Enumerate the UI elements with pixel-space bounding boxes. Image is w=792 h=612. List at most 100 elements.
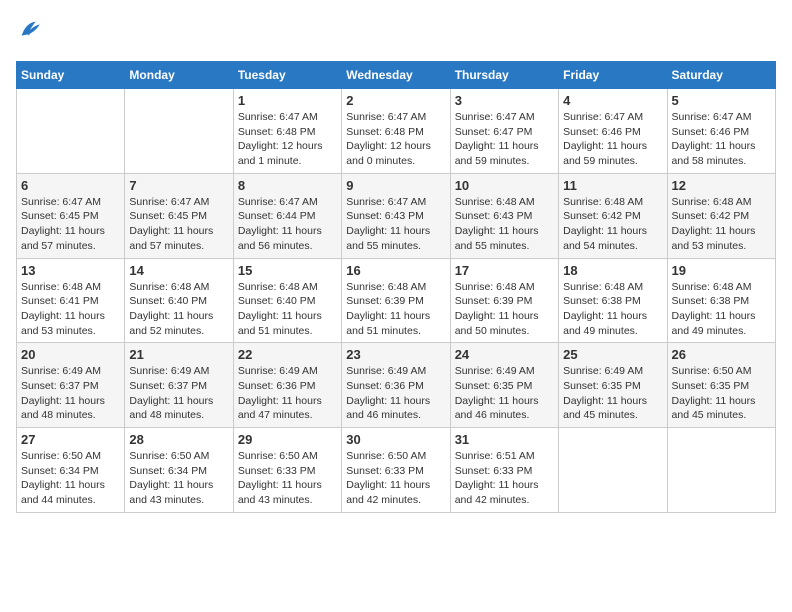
- sunset-label: Sunset: 6:38 PM: [672, 295, 750, 307]
- daylight-label: Daylight: 11 hours and 45 minutes.: [672, 395, 756, 422]
- calendar-cell: 9 Sunrise: 6:47 AM Sunset: 6:43 PM Dayli…: [342, 173, 450, 258]
- sunrise-label: Sunrise: 6:50 AM: [129, 450, 209, 462]
- sunset-label: Sunset: 6:42 PM: [563, 210, 641, 222]
- calendar-cell: [559, 428, 667, 513]
- calendar-cell: 6 Sunrise: 6:47 AM Sunset: 6:45 PM Dayli…: [17, 173, 125, 258]
- daylight-label: Daylight: 11 hours and 42 minutes.: [455, 479, 539, 506]
- calendar-header: SundayMondayTuesdayWednesdayThursdayFrid…: [17, 62, 776, 89]
- day-info: Sunrise: 6:49 AM Sunset: 6:35 PM Dayligh…: [563, 364, 662, 423]
- weekday-header: Wednesday: [342, 62, 450, 89]
- calendar-cell: 5 Sunrise: 6:47 AM Sunset: 6:46 PM Dayli…: [667, 89, 775, 174]
- sunrise-label: Sunrise: 6:47 AM: [672, 111, 752, 123]
- day-info: Sunrise: 6:47 AM Sunset: 6:48 PM Dayligh…: [238, 110, 337, 169]
- calendar-cell: 3 Sunrise: 6:47 AM Sunset: 6:47 PM Dayli…: [450, 89, 558, 174]
- day-info: Sunrise: 6:48 AM Sunset: 6:40 PM Dayligh…: [129, 280, 228, 339]
- day-number: 28: [129, 432, 228, 447]
- day-number: 21: [129, 347, 228, 362]
- daylight-label: Daylight: 12 hours and 1 minute.: [238, 140, 323, 167]
- sunset-label: Sunset: 6:45 PM: [129, 210, 207, 222]
- sunrise-label: Sunrise: 6:49 AM: [346, 365, 426, 377]
- sunset-label: Sunset: 6:35 PM: [455, 380, 533, 392]
- daylight-label: Daylight: 11 hours and 53 minutes.: [21, 310, 105, 337]
- sunset-label: Sunset: 6:36 PM: [346, 380, 424, 392]
- daylight-label: Daylight: 11 hours and 51 minutes.: [346, 310, 430, 337]
- sunrise-label: Sunrise: 6:47 AM: [346, 111, 426, 123]
- sunrise-label: Sunrise: 6:50 AM: [21, 450, 101, 462]
- daylight-label: Daylight: 11 hours and 43 minutes.: [238, 479, 322, 506]
- sunset-label: Sunset: 6:43 PM: [346, 210, 424, 222]
- day-info: Sunrise: 6:48 AM Sunset: 6:41 PM Dayligh…: [21, 280, 120, 339]
- day-info: Sunrise: 6:50 AM Sunset: 6:33 PM Dayligh…: [346, 449, 445, 508]
- day-number: 16: [346, 263, 445, 278]
- day-number: 13: [21, 263, 120, 278]
- sunset-label: Sunset: 6:38 PM: [563, 295, 641, 307]
- calendar-cell: [17, 89, 125, 174]
- daylight-label: Daylight: 11 hours and 55 minutes.: [455, 225, 539, 252]
- sunset-label: Sunset: 6:33 PM: [455, 465, 533, 477]
- calendar-cell: 13 Sunrise: 6:48 AM Sunset: 6:41 PM Dayl…: [17, 258, 125, 343]
- sunset-label: Sunset: 6:37 PM: [21, 380, 99, 392]
- daylight-label: Daylight: 11 hours and 54 minutes.: [563, 225, 647, 252]
- day-number: 15: [238, 263, 337, 278]
- weekday-header: Sunday: [17, 62, 125, 89]
- weekday-header: Friday: [559, 62, 667, 89]
- sunrise-label: Sunrise: 6:47 AM: [455, 111, 535, 123]
- sunrise-label: Sunrise: 6:47 AM: [346, 196, 426, 208]
- sunset-label: Sunset: 6:35 PM: [563, 380, 641, 392]
- calendar-cell: 29 Sunrise: 6:50 AM Sunset: 6:33 PM Dayl…: [233, 428, 341, 513]
- sunset-label: Sunset: 6:36 PM: [238, 380, 316, 392]
- day-info: Sunrise: 6:51 AM Sunset: 6:33 PM Dayligh…: [455, 449, 554, 508]
- daylight-label: Daylight: 12 hours and 0 minutes.: [346, 140, 431, 167]
- sunrise-label: Sunrise: 6:47 AM: [563, 111, 643, 123]
- day-info: Sunrise: 6:50 AM Sunset: 6:33 PM Dayligh…: [238, 449, 337, 508]
- day-info: Sunrise: 6:48 AM Sunset: 6:40 PM Dayligh…: [238, 280, 337, 339]
- calendar-body: 1 Sunrise: 6:47 AM Sunset: 6:48 PM Dayli…: [17, 89, 776, 513]
- sunset-label: Sunset: 6:40 PM: [129, 295, 207, 307]
- sunset-label: Sunset: 6:33 PM: [238, 465, 316, 477]
- sunset-label: Sunset: 6:44 PM: [238, 210, 316, 222]
- daylight-label: Daylight: 11 hours and 50 minutes.: [455, 310, 539, 337]
- calendar-cell: [125, 89, 233, 174]
- day-info: Sunrise: 6:50 AM Sunset: 6:35 PM Dayligh…: [672, 364, 771, 423]
- daylight-label: Daylight: 11 hours and 48 minutes.: [21, 395, 105, 422]
- daylight-label: Daylight: 11 hours and 58 minutes.: [672, 140, 756, 167]
- sunrise-label: Sunrise: 6:50 AM: [672, 365, 752, 377]
- calendar-cell: 22 Sunrise: 6:49 AM Sunset: 6:36 PM Dayl…: [233, 343, 341, 428]
- daylight-label: Daylight: 11 hours and 59 minutes.: [455, 140, 539, 167]
- calendar-cell: 20 Sunrise: 6:49 AM Sunset: 6:37 PM Dayl…: [17, 343, 125, 428]
- daylight-label: Daylight: 11 hours and 43 minutes.: [129, 479, 213, 506]
- sunrise-label: Sunrise: 6:49 AM: [129, 365, 209, 377]
- daylight-label: Daylight: 11 hours and 42 minutes.: [346, 479, 430, 506]
- daylight-label: Daylight: 11 hours and 47 minutes.: [238, 395, 322, 422]
- daylight-label: Daylight: 11 hours and 48 minutes.: [129, 395, 213, 422]
- sunset-label: Sunset: 6:34 PM: [21, 465, 99, 477]
- weekday-header: Monday: [125, 62, 233, 89]
- calendar-week-row: 6 Sunrise: 6:47 AM Sunset: 6:45 PM Dayli…: [17, 173, 776, 258]
- day-info: Sunrise: 6:48 AM Sunset: 6:39 PM Dayligh…: [346, 280, 445, 339]
- daylight-label: Daylight: 11 hours and 57 minutes.: [21, 225, 105, 252]
- daylight-label: Daylight: 11 hours and 56 minutes.: [238, 225, 322, 252]
- calendar-cell: 31 Sunrise: 6:51 AM Sunset: 6:33 PM Dayl…: [450, 428, 558, 513]
- daylight-label: Daylight: 11 hours and 49 minutes.: [563, 310, 647, 337]
- day-number: 5: [672, 93, 771, 108]
- day-info: Sunrise: 6:47 AM Sunset: 6:45 PM Dayligh…: [129, 195, 228, 254]
- sunrise-label: Sunrise: 6:48 AM: [21, 281, 101, 293]
- day-number: 11: [563, 178, 662, 193]
- day-info: Sunrise: 6:47 AM Sunset: 6:47 PM Dayligh…: [455, 110, 554, 169]
- day-info: Sunrise: 6:47 AM Sunset: 6:45 PM Dayligh…: [21, 195, 120, 254]
- day-number: 27: [21, 432, 120, 447]
- calendar-cell: 30 Sunrise: 6:50 AM Sunset: 6:33 PM Dayl…: [342, 428, 450, 513]
- calendar-cell: 28 Sunrise: 6:50 AM Sunset: 6:34 PM Dayl…: [125, 428, 233, 513]
- day-number: 14: [129, 263, 228, 278]
- sunrise-label: Sunrise: 6:51 AM: [455, 450, 535, 462]
- daylight-label: Daylight: 11 hours and 46 minutes.: [346, 395, 430, 422]
- day-info: Sunrise: 6:48 AM Sunset: 6:42 PM Dayligh…: [563, 195, 662, 254]
- sunrise-label: Sunrise: 6:48 AM: [672, 196, 752, 208]
- page-header: [16, 16, 776, 49]
- calendar-cell: 1 Sunrise: 6:47 AM Sunset: 6:48 PM Dayli…: [233, 89, 341, 174]
- calendar-cell: 26 Sunrise: 6:50 AM Sunset: 6:35 PM Dayl…: [667, 343, 775, 428]
- logo: [16, 16, 48, 49]
- calendar-cell: 16 Sunrise: 6:48 AM Sunset: 6:39 PM Dayl…: [342, 258, 450, 343]
- daylight-label: Daylight: 11 hours and 51 minutes.: [238, 310, 322, 337]
- daylight-label: Daylight: 11 hours and 44 minutes.: [21, 479, 105, 506]
